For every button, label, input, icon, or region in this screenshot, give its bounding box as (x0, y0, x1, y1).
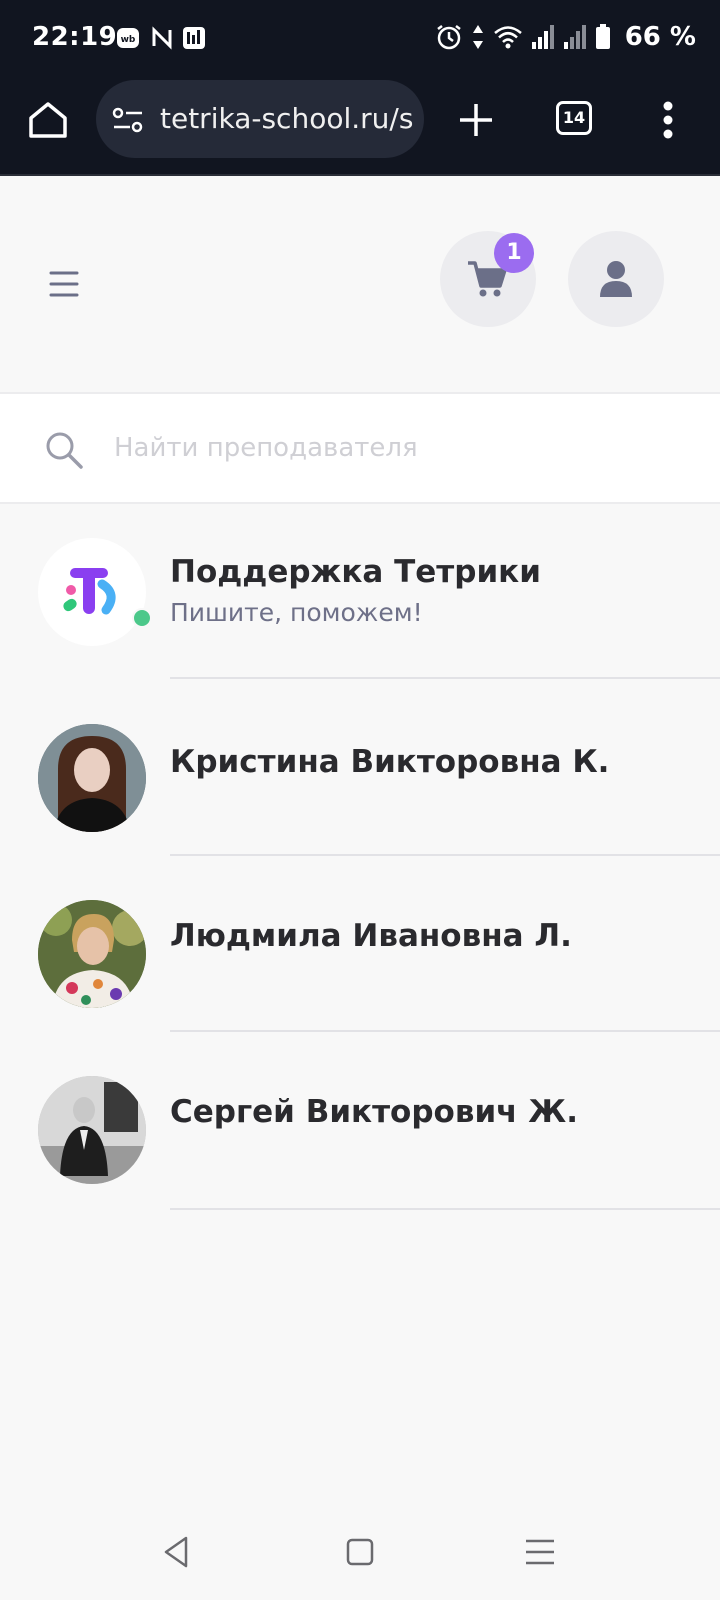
list-item[interactable]: Людмила Ивановна Л. (0, 856, 720, 1032)
divider (170, 677, 720, 679)
online-indicator (132, 608, 152, 628)
divider (170, 1208, 720, 1210)
new-tab-icon[interactable] (456, 100, 496, 140)
menu-icon[interactable] (48, 270, 80, 298)
profile-button[interactable] (568, 231, 664, 327)
recents-icon[interactable] (520, 1532, 560, 1572)
signal-icon (531, 25, 554, 49)
browser-toolbar: tetrika-school.ru/s 14 (0, 78, 720, 176)
data-arrows-icon (472, 25, 483, 49)
search-icon (46, 432, 83, 469)
person-photo (38, 1076, 146, 1184)
status-time: 22:19 (32, 22, 118, 52)
avatar (38, 724, 146, 832)
alarm-icon (436, 25, 461, 50)
url-text[interactable]: tetrika-school.ru/s (160, 102, 418, 135)
list-item[interactable]: Поддержка Тетрики Пишите, поможем! (0, 506, 720, 679)
contact-subtitle: Пишите, поможем! (170, 598, 423, 627)
avatar (38, 900, 146, 1008)
url-bar[interactable]: tetrika-school.ru/s (96, 80, 424, 158)
status-bar: 22:19 wb 66 % (0, 0, 720, 78)
more-vert-icon[interactable] (662, 100, 674, 140)
person-photo (38, 724, 146, 832)
back-icon[interactable] (158, 1532, 198, 1572)
contact-name: Людмила Ивановна Л. (170, 918, 572, 954)
search-input[interactable] (112, 424, 676, 472)
avatar (38, 1076, 146, 1184)
status-icons: 66 % (435, 22, 696, 52)
avatar (38, 538, 146, 646)
home-icon[interactable] (26, 98, 70, 142)
list-item[interactable]: Кристина Викторовна К. (0, 680, 720, 856)
app-header: 1 (0, 176, 720, 392)
signal-roaming-icon (563, 25, 586, 49)
tab-count: 14 (562, 108, 586, 127)
n-icon (152, 26, 172, 50)
contact-name: Сергей Викторович Ж. (170, 1094, 578, 1130)
system-nav-bar (0, 1510, 720, 1600)
svg-text:wb: wb (121, 35, 136, 45)
tab-switcher-button[interactable]: 14 (556, 101, 592, 135)
cart-badge: 1 (494, 233, 534, 273)
site-settings-icon[interactable] (112, 106, 144, 134)
battery-icon (595, 24, 610, 49)
contact-name: Кристина Викторовна К. (170, 744, 610, 780)
tetrika-logo-icon (63, 568, 116, 615)
contact-name: Поддержка Тетрики (170, 554, 541, 590)
list-item[interactable]: Сергей Викторович Ж. (0, 1032, 720, 1210)
wifi-icon (493, 26, 522, 49)
home-nav-icon[interactable] (340, 1532, 380, 1572)
user-icon (600, 261, 632, 297)
person-photo (38, 900, 146, 1008)
news-icon (183, 27, 205, 49)
battery-percent: 66 % (624, 22, 696, 52)
search-bar (0, 392, 720, 504)
wildberries-icon: wb (117, 28, 139, 48)
